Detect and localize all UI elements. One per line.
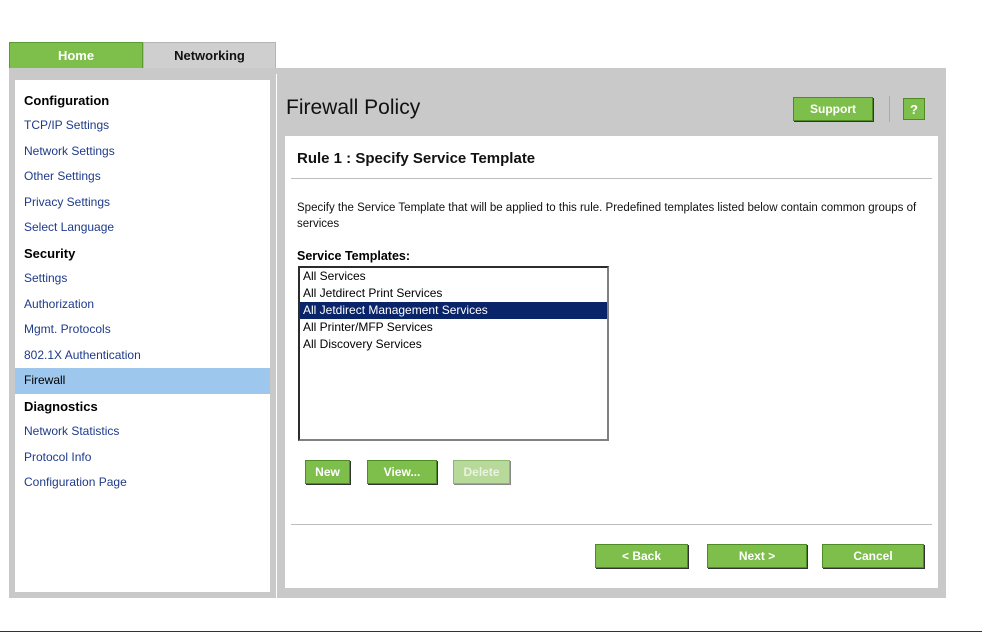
sidebar-heading-configuration: Configuration: [24, 93, 110, 108]
service-templates-listbox[interactable]: All Services All Jetdirect Print Services…: [298, 266, 609, 441]
content-area: Rule 1 : Specify Service Template Specif…: [285, 136, 938, 588]
service-template-option[interactable]: All Services: [300, 268, 607, 285]
sidebar-item-other-settings[interactable]: Other Settings: [15, 164, 270, 190]
help-button[interactable]: ?: [903, 98, 925, 120]
main-panel: Firewall Policy Support ? Rule 1 : Speci…: [277, 74, 946, 598]
page-title: Firewall Policy: [286, 96, 421, 119]
divider: [291, 524, 932, 525]
back-button[interactable]: < Back: [595, 544, 688, 568]
sidebar: Configuration TCP/IP Settings Network Sett…: [9, 74, 276, 598]
sidebar-item-802-1x-authentication[interactable]: 802.1X Authentication: [15, 343, 270, 369]
sidebar-item-settings[interactable]: Settings: [15, 266, 270, 292]
sidebar-heading-security: Security: [24, 245, 76, 261]
next-button[interactable]: Next >: [707, 544, 807, 568]
service-template-option[interactable]: All Jetdirect Print Services: [300, 285, 607, 302]
service-template-option[interactable]: All Jetdirect Management Services: [300, 302, 607, 319]
description-text: Specify the Service Template that will b…: [297, 202, 917, 230]
sidebar-item-network-statistics[interactable]: Network Statistics: [15, 419, 270, 445]
tab-home[interactable]: Home: [9, 42, 143, 68]
sidebar-item-configuration-page[interactable]: Configuration Page: [15, 470, 270, 496]
tab-networking[interactable]: Networking: [143, 42, 276, 68]
sidebar-item-firewall[interactable]: Firewall: [15, 368, 270, 394]
sidebar-item-tcp-ip-settings[interactable]: TCP/IP Settings: [15, 113, 270, 139]
sidebar-item-select-language[interactable]: Select Language: [15, 215, 270, 241]
rule-heading: Rule 1 : Specify Service Template: [297, 150, 536, 167]
new-button[interactable]: New: [305, 460, 350, 484]
page-bottom-rule: [0, 631, 982, 632]
sidebar-item-authorization[interactable]: Authorization: [15, 292, 270, 318]
cancel-button[interactable]: Cancel: [822, 544, 924, 568]
sidebar-item-mgmt-protocols[interactable]: Mgmt. Protocols: [15, 317, 270, 343]
support-button[interactable]: Support: [793, 97, 873, 121]
sidebar-item-privacy-settings[interactable]: Privacy Settings: [15, 190, 270, 216]
view-button[interactable]: View...: [367, 460, 437, 484]
divider: [291, 178, 932, 179]
sidebar-heading-diagnostics: Diagnostics: [24, 398, 98, 414]
delete-button[interactable]: Delete: [453, 460, 510, 484]
header-divider: [889, 96, 890, 122]
sidebar-item-protocol-info[interactable]: Protocol Info: [15, 445, 270, 471]
service-template-option[interactable]: All Printer/MFP Services: [300, 319, 607, 336]
service-template-option[interactable]: All Discovery Services: [300, 336, 607, 353]
sidebar-item-network-settings[interactable]: Network Settings: [15, 139, 270, 165]
service-templates-label: Service Templates:: [297, 249, 411, 263]
sidebar-nav: Configuration TCP/IP Settings Network Sett…: [15, 80, 270, 592]
